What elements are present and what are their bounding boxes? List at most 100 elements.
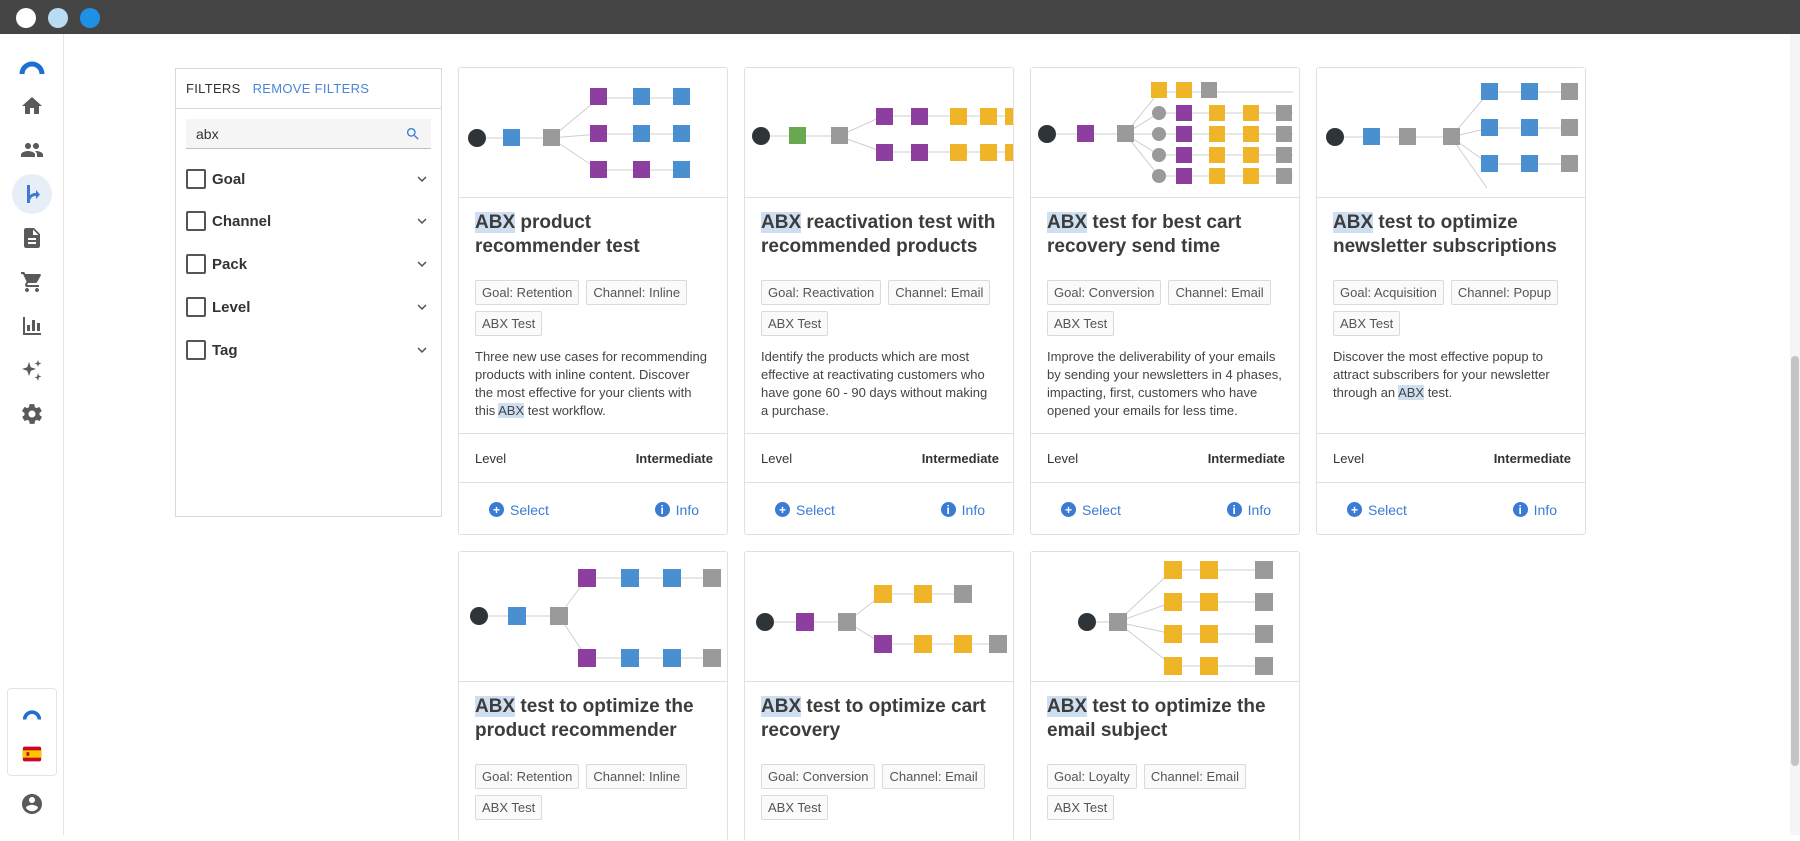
- brand-logo[interactable]: [12, 44, 52, 84]
- info-button[interactable]: i Info: [1512, 502, 1557, 518]
- workflow-preview-image: [1031, 68, 1299, 198]
- info-button[interactable]: i Info: [654, 502, 699, 518]
- info-icon: i: [654, 502, 670, 517]
- goal-checkbox[interactable]: [186, 169, 206, 189]
- level-label: Level: [1333, 450, 1365, 466]
- card-title[interactable]: ABX product recommender test: [459, 198, 727, 280]
- gear-icon[interactable]: [12, 394, 52, 434]
- filters-header: FILTERS REMOVE FILTERS: [176, 69, 441, 109]
- title-highlight: ABX: [475, 696, 516, 717]
- tag-checkbox[interactable]: [186, 340, 206, 360]
- add-circle-icon: +: [489, 502, 504, 517]
- card-actions: + Select i Info: [1317, 483, 1585, 534]
- select-button[interactable]: + Select: [1347, 502, 1407, 518]
- card-title[interactable]: ABX test to optimize newsletter subscrip…: [1317, 198, 1585, 280]
- chart-icon[interactable]: [12, 306, 52, 346]
- type-chip: ABX Test: [1047, 795, 1115, 820]
- people-icon[interactable]: [12, 130, 52, 170]
- filter-group-goal[interactable]: Goal: [186, 165, 431, 193]
- flow-icon[interactable]: [12, 174, 52, 214]
- select-button[interactable]: + Select: [1061, 502, 1121, 518]
- template-card[interactable]: ABX test to optimize the email subject G…: [1030, 551, 1300, 841]
- chevron-down-icon[interactable]: [413, 341, 431, 359]
- filter-group-level[interactable]: Level: [186, 293, 431, 321]
- workspace-logo-icon[interactable]: [12, 694, 52, 734]
- chevron-down-icon[interactable]: [413, 255, 431, 273]
- pack-checkbox[interactable]: [186, 254, 206, 274]
- level-label: Level: [475, 450, 507, 466]
- sparkle-icon[interactable]: [12, 350, 52, 390]
- card-title[interactable]: ABX test for best cart recovery send tim…: [1031, 198, 1299, 280]
- goal-chip: Goal: Acquisition: [1333, 280, 1444, 305]
- card-title[interactable]: ABX test to optimize cart recovery: [745, 682, 1013, 764]
- info-button[interactable]: i Info: [1226, 502, 1271, 518]
- channel-checkbox[interactable]: [186, 211, 206, 231]
- select-button[interactable]: + Select: [775, 502, 835, 518]
- search-icon[interactable]: [405, 126, 421, 142]
- language-flag-es-icon[interactable]: [12, 734, 52, 774]
- card-tags: Goal: Loyalty Channel: Email ABX Test: [1031, 764, 1299, 820]
- scrollbar-thumb[interactable]: [1791, 356, 1799, 766]
- template-card[interactable]: ABX test to optimize newsletter subscrip…: [1316, 67, 1586, 535]
- template-card[interactable]: ABX product recommender test Goal: Reten…: [458, 67, 728, 535]
- goal-chip: Goal: Conversion: [1047, 280, 1162, 305]
- card-tags: Goal: Conversion Channel: Email ABX Test: [1031, 280, 1299, 336]
- account-icon[interactable]: [12, 784, 52, 824]
- card-level-row: Level Intermediate: [1031, 433, 1299, 483]
- goal-chip: Goal: Conversion: [761, 764, 876, 789]
- left-navigation-rail: [0, 34, 64, 835]
- info-icon: i: [1512, 502, 1528, 517]
- chevron-down-icon[interactable]: [413, 170, 431, 188]
- level-checkbox[interactable]: [186, 297, 206, 317]
- title-highlight: ABX: [1333, 212, 1374, 233]
- template-card[interactable]: ABX test for best cart recovery send tim…: [1030, 67, 1300, 535]
- desc-text: Improve the deliverability of your email…: [1047, 349, 1282, 418]
- chevron-down-icon[interactable]: [413, 212, 431, 230]
- home-icon[interactable]: [12, 86, 52, 126]
- card-tags: Goal: Reactivation Channel: Email ABX Te…: [745, 280, 1013, 336]
- channel-chip: Channel: Email: [888, 280, 991, 305]
- window-minimize-button[interactable]: [48, 8, 68, 28]
- level-value: Intermediate: [635, 450, 713, 466]
- info-button[interactable]: i Info: [940, 501, 985, 518]
- title-highlight: ABX: [1047, 212, 1088, 233]
- page-scrollbar[interactable]: [1790, 34, 1800, 835]
- window-maximize-button[interactable]: [80, 8, 100, 28]
- filter-group-pack[interactable]: Pack: [186, 250, 431, 278]
- card-tags: Goal: Conversion Channel: Email ABX Test: [745, 764, 1013, 820]
- cart-icon[interactable]: [12, 262, 52, 302]
- goal-chip: Goal: Reactivation: [761, 280, 882, 305]
- level-value: Intermediate: [921, 450, 999, 466]
- card-title[interactable]: ABX reactivation test with recommended p…: [745, 198, 1013, 280]
- card-title[interactable]: ABX test to optimize the product recomme…: [459, 682, 727, 764]
- workflow-diagram: [470, 569, 721, 667]
- level-value: Intermediate: [1493, 450, 1571, 466]
- card-description: Improve the deliverability of your email…: [1031, 336, 1299, 434]
- workflow-preview-image: [745, 68, 1013, 198]
- filter-group-label: Channel: [212, 212, 272, 230]
- select-button[interactable]: + Select: [489, 502, 549, 518]
- search-input[interactable]: [196, 125, 405, 142]
- remove-filters-button[interactable]: REMOVE FILTERS: [253, 81, 370, 96]
- info-label: Info: [961, 501, 985, 518]
- workflow-diagram: [1078, 561, 1273, 675]
- filter-group-tag[interactable]: Tag: [186, 336, 431, 364]
- card-title[interactable]: ABX test to optimize the email subject: [1031, 682, 1299, 764]
- template-card[interactable]: ABX test to optimize the product recomme…: [458, 551, 728, 841]
- level-label: Level: [761, 450, 793, 466]
- filter-group-label: Level: [212, 298, 251, 316]
- window-close-button[interactable]: [16, 8, 36, 28]
- card-actions: + Select i Info: [1031, 483, 1299, 534]
- search-box: [186, 119, 431, 149]
- document-icon[interactable]: [12, 218, 52, 258]
- template-card[interactable]: ABX reactivation test with recommended p…: [744, 67, 1014, 535]
- filter-group-label: Goal: [212, 170, 246, 188]
- add-circle-icon: +: [1347, 502, 1362, 517]
- chevron-down-icon[interactable]: [413, 298, 431, 316]
- template-card[interactable]: ABX test to optimize cart recovery Goal:…: [744, 551, 1014, 841]
- card-tags: Goal: Acquisition Channel: Popup ABX Tes…: [1317, 280, 1585, 336]
- workflow-diagram: [756, 585, 1007, 653]
- type-chip: ABX Test: [1047, 311, 1115, 336]
- filter-group-channel[interactable]: Channel: [186, 207, 431, 235]
- card-level-row: Level Intermediate: [459, 433, 727, 483]
